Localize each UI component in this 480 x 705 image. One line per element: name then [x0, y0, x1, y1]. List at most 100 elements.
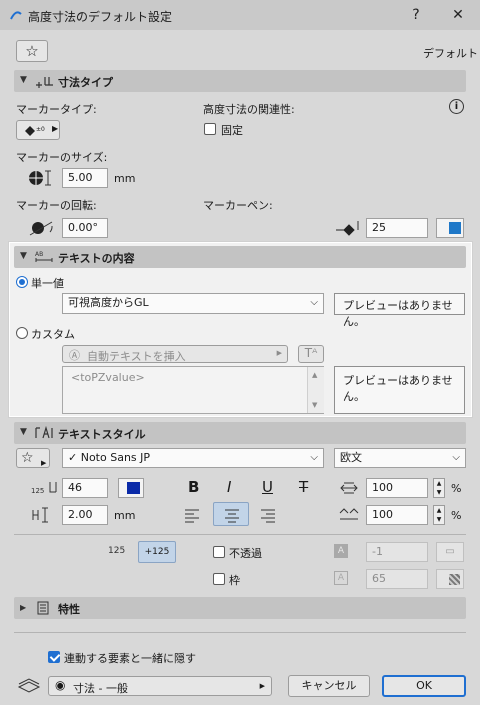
opaque-color-swatch[interactable]: ▭ — [436, 542, 464, 562]
text-spacing-stepper[interactable]: ▲ ▼ — [433, 505, 445, 525]
help-button[interactable]: ? — [402, 3, 430, 27]
pen-color-fill — [127, 482, 140, 494]
marker-type-selector[interactable]: ±0 ▶ — [16, 120, 60, 140]
font-dropdown[interactable]: ✓ Noto Sans JP ⌵ — [62, 448, 324, 468]
auto-text-label: 自動テキストを挿入 — [87, 350, 186, 363]
section-title: テキストスタイル — [58, 428, 146, 441]
properties-icon — [37, 601, 49, 615]
expand-triangle-icon: ▶ — [20, 603, 27, 612]
marker-rotation-input[interactable]: 0.00° — [62, 218, 108, 238]
divider — [14, 534, 466, 535]
default-label: デフォルト — [423, 47, 478, 60]
cancel-button[interactable]: キャンセル — [288, 675, 370, 697]
bold-button[interactable]: B — [188, 478, 199, 496]
text-spacing-input[interactable]: 100 — [366, 505, 428, 525]
text-size-input[interactable]: 2.00 — [62, 505, 108, 525]
chevron-down-icon: ⌵ — [310, 452, 318, 463]
section-header-dimension-type[interactable]: ▼ 寸法タイプ — [14, 70, 466, 92]
frame-checkbox[interactable] — [213, 573, 225, 585]
text-pen-input[interactable]: 46 — [62, 478, 108, 498]
close-button[interactable]: ✕ — [444, 3, 472, 27]
submenu-arrow-icon: ▶ — [259, 682, 265, 690]
custom-label: カスタム — [31, 328, 75, 341]
fixed-checkbox[interactable] — [204, 123, 216, 135]
scroll-up-icon[interactable]: ▲ — [312, 371, 317, 379]
align-right-icon[interactable] — [258, 505, 278, 525]
pen-color-fill — [449, 222, 461, 234]
collapse-triangle-icon: ▼ — [20, 75, 27, 85]
chevron-down-icon: ⌵ — [452, 452, 460, 463]
custom-text-area[interactable]: <toPZvalue> ▲ ▼ — [62, 366, 324, 414]
section-header-text-style[interactable]: ▼ テキストスタイル — [14, 422, 466, 444]
text-content-icon: AB — [35, 251, 53, 262]
text-pen-color-swatch[interactable] — [118, 478, 144, 498]
section-title: テキストの内容 — [58, 252, 135, 265]
info-icon[interactable]: i — [449, 99, 464, 114]
svg-text:±0: ±0 — [36, 126, 45, 133]
style-favorites-button[interactable]: ☆ ▶ — [16, 448, 50, 468]
marker-type-label: マーカータイプ: — [16, 103, 97, 116]
section-header-text-content[interactable]: ▼ AB テキストの内容 — [14, 246, 466, 268]
scale-toggle-button[interactable]: +125 — [138, 541, 176, 563]
text-width-unit: % — [451, 482, 462, 495]
custom-text-value: <toPZvalue> — [71, 371, 145, 384]
text-format-icon: Tᴬ — [304, 346, 318, 360]
marker-pen-icon — [336, 221, 359, 236]
single-value-radio[interactable] — [16, 276, 28, 288]
auto-text-icon: Ⓐ — [69, 349, 80, 362]
frame-color-swatch[interactable] — [436, 569, 464, 589]
favorites-button[interactable]: ☆ — [16, 40, 48, 62]
associativity-label: 高度寸法の関連性: — [203, 103, 295, 116]
text-style-icon — [35, 425, 53, 439]
align-left-icon[interactable] — [182, 505, 202, 525]
text-width-input[interactable]: 100 — [366, 478, 428, 498]
font-name: Noto Sans JP — [80, 451, 151, 464]
scroll-down-icon[interactable]: ▼ — [312, 401, 317, 409]
submenu-arrow-icon: ▶ — [52, 124, 59, 133]
insert-auto-text-button[interactable]: Ⓐ 自動テキストを挿入 ▶ — [62, 345, 288, 363]
text-width-stepper[interactable]: ▲ ▼ — [433, 478, 445, 498]
preview-box-custom: プレビューはありません。 — [334, 366, 465, 414]
text-pen-icon: 125 — [31, 482, 57, 495]
app-logo-icon — [10, 11, 22, 20]
preview-box-single: プレビューはありません。 — [334, 293, 465, 328]
align-center-icon — [225, 509, 239, 523]
marker-size-unit: mm — [114, 172, 136, 185]
text-width-icon — [340, 482, 358, 494]
italic-button[interactable]: I — [227, 478, 231, 496]
opaque-pen-input[interactable]: -1 — [366, 542, 428, 562]
align-center-button[interactable] — [213, 502, 249, 526]
marker-pen-label: マーカーペン: — [203, 199, 273, 212]
text-size-unit: mm — [114, 509, 136, 522]
single-value-label: 単一値 — [31, 277, 64, 290]
section-header-properties[interactable]: ▶ 特性 — [14, 597, 466, 619]
custom-radio[interactable] — [16, 327, 28, 339]
frame-label: 枠 — [229, 574, 240, 587]
script-dropdown[interactable]: 欧文 ⌵ — [334, 448, 466, 468]
marker-rotation-icon — [29, 221, 53, 236]
opaque-checkbox[interactable] — [213, 546, 225, 558]
ok-button[interactable]: OK — [382, 675, 466, 697]
hide-with-linked-checkbox[interactable] — [48, 651, 60, 663]
single-value-dropdown[interactable]: 可視高度からGL ⌵ — [62, 293, 324, 314]
text-format-button[interactable]: Tᴬ — [298, 345, 324, 363]
strikethrough-button[interactable]: T — [299, 478, 308, 496]
frame-pen-input[interactable]: 65 — [366, 569, 428, 589]
collapse-triangle-icon: ▼ — [20, 427, 27, 437]
marker-pen-input[interactable]: 25 — [366, 218, 428, 238]
star-icon: ☆ — [21, 450, 34, 466]
marker-size-input[interactable]: 5.00 — [62, 168, 108, 188]
underline-button[interactable]: U — [262, 478, 273, 496]
marker-pen-color-swatch[interactable] — [436, 218, 464, 238]
marker-symbol-icon: ±0 — [25, 126, 45, 136]
submenu-arrow-icon: ▶ — [41, 459, 47, 467]
opaque-pen-icon: A — [334, 544, 348, 558]
window-title: 高度寸法のデフォルト設定 — [28, 10, 173, 24]
marker-size-label: マーカーのサイズ: — [16, 151, 108, 164]
check-mark-icon: ✓ — [68, 451, 78, 464]
title-bar[interactable]: 高度寸法のデフォルト設定 ? ✕ — [0, 0, 480, 30]
layer-dropdown[interactable]: ◉ 寸法 - 一般 ▶ — [48, 676, 272, 696]
scrollbar[interactable]: ▲ ▼ — [307, 367, 324, 413]
text-spacing-icon — [339, 508, 359, 520]
svg-text:125: 125 — [31, 487, 44, 495]
